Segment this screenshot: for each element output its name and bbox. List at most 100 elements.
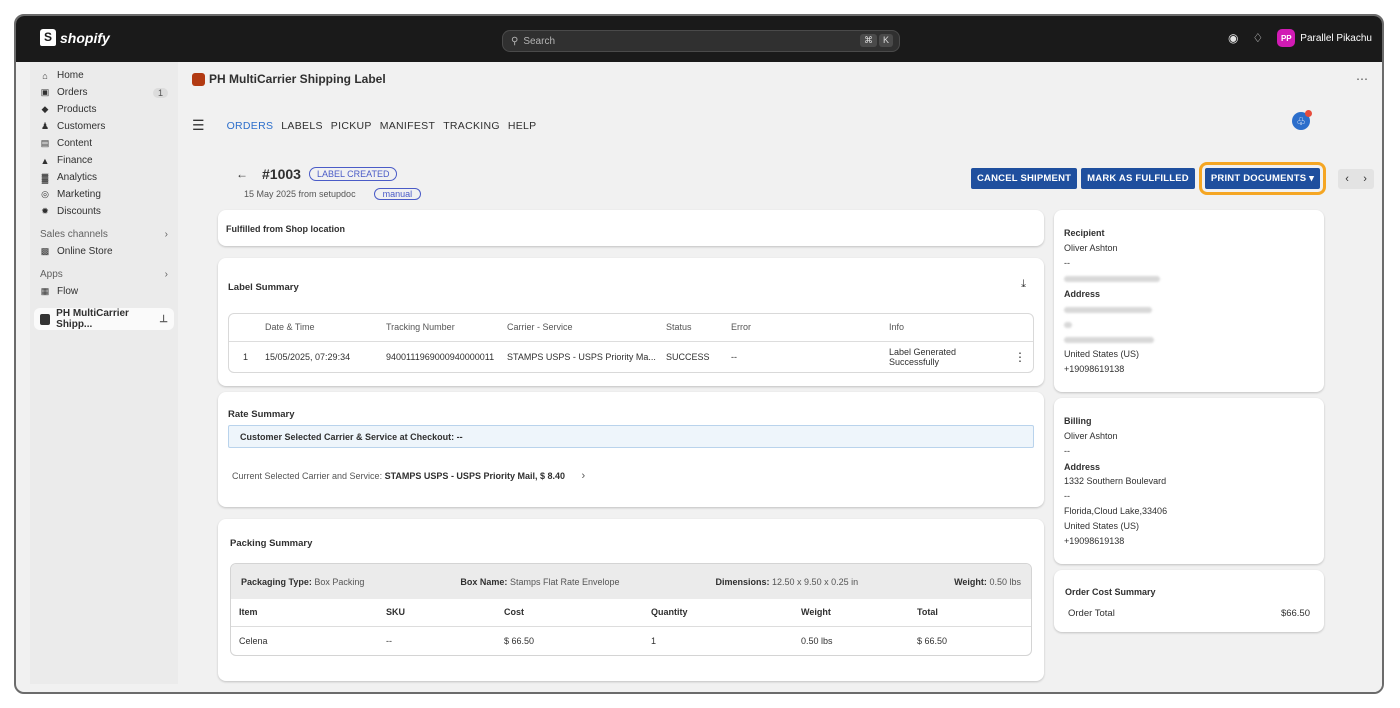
- orders-icon: ▣: [40, 87, 50, 97]
- sidebar-item-label: Home: [57, 70, 84, 81]
- apps-section[interactable]: Apps ›: [30, 266, 178, 283]
- cell-tracking: 9400111969000940000011: [386, 351, 495, 362]
- sidebar-item-label: Customers: [57, 121, 106, 132]
- order-total-value: $66.50: [1280, 608, 1310, 619]
- weight: Weight: 0.50 lbs: [954, 577, 1021, 587]
- sidebar-item-label: Orders: [57, 87, 88, 98]
- billing-dash2: --: [1064, 491, 1070, 501]
- sidebar-item-label: Online Store: [57, 246, 113, 257]
- previous-order-icon[interactable]: ‹: [1338, 169, 1356, 189]
- col-sku: SKU: [386, 599, 504, 627]
- recipient-dash: --: [1064, 258, 1070, 268]
- tab-manifest[interactable]: MANIFEST: [380, 120, 435, 132]
- sidebar-item-label: Content: [57, 138, 93, 149]
- home-icon: ⌂: [42, 70, 48, 81]
- user-menu[interactable]: PP Parallel Pikachu: [1277, 29, 1372, 47]
- sidebar-item-discounts[interactable]: ✹ Discounts: [30, 203, 178, 220]
- order-cost-card: Order Cost Summary Order Total $66.50: [1054, 570, 1324, 632]
- top-bar: shopify ⚲ Search ⌘ K ◉ ♢ PP Parallel Pik…: [16, 16, 1382, 62]
- sidekick-icon[interactable]: ◉: [1228, 31, 1238, 45]
- sidebar-item-label: Flow: [57, 286, 79, 297]
- box-name: Box Name: Stamps Flat Rate Envelope: [460, 577, 619, 587]
- print-documents-button[interactable]: PRINT DOCUMENTS ▾: [1198, 162, 1327, 195]
- avatar: PP: [1277, 29, 1296, 47]
- billing-name: Oliver Ashton: [1064, 431, 1118, 441]
- sidebar-item-products[interactable]: ◆ Products: [30, 101, 178, 118]
- col-status: Status: [666, 314, 731, 342]
- target-icon: ◎: [41, 189, 49, 199]
- weight-label: Weight:: [954, 576, 987, 587]
- manual-badge: manual: [373, 188, 422, 200]
- more-options-icon[interactable]: ⋯: [1356, 72, 1368, 86]
- recipient-title: Recipient: [1064, 228, 1105, 238]
- sales-channels-section[interactable]: Sales channels ›: [30, 226, 178, 243]
- shopify-logo[interactable]: shopify: [40, 29, 110, 46]
- search-shortcut: ⌘ K: [859, 34, 893, 47]
- box-name-label: Box Name:: [460, 576, 508, 587]
- app-logo-icon: [192, 72, 205, 86]
- download-icon[interactable]: ⤓: [1021, 278, 1026, 291]
- shopify-bag-icon: [40, 29, 56, 46]
- mark-as-fulfilled-button[interactable]: MARK AS FULFILLED: [1081, 168, 1195, 189]
- content-icon: ▤: [40, 138, 50, 148]
- tab-pickup[interactable]: PICKUP: [331, 120, 372, 132]
- sidebar-item-customers[interactable]: ♟ Customers: [30, 118, 178, 135]
- sidebar-item-orders[interactable]: ▣ Orders 1: [30, 84, 178, 101]
- store-icon: ▩: [40, 246, 50, 256]
- notification-dot: [1305, 110, 1312, 117]
- orders-count-badge: 1: [152, 87, 168, 98]
- app-menu: ☰ ORDERS LABELS PICKUP MANIFEST TRACKING…: [192, 117, 536, 134]
- row-index: 1: [243, 351, 249, 362]
- chevron-right-icon: ›: [164, 229, 168, 240]
- chevron-right-icon[interactable]: ›: [582, 470, 586, 482]
- sidebar-item-online-store[interactable]: ▩ Online Store: [30, 243, 178, 260]
- sidebar-item-content[interactable]: ▤ Content: [30, 135, 178, 152]
- billing-country: United States (US): [1064, 521, 1140, 531]
- notification-bell-icon[interactable]: ♢: [1253, 31, 1264, 45]
- col-cost: Cost: [504, 599, 651, 627]
- order-id: #1003: [262, 166, 301, 182]
- app-title: PH MultiCarrier Shipping Label: [209, 72, 386, 86]
- tab-tracking[interactable]: TRACKING: [443, 120, 500, 132]
- packing-summary-title: Packing Summary: [230, 538, 313, 549]
- recipient-phone: +19098619138: [1064, 364, 1125, 374]
- label-summary-title: Label Summary: [228, 282, 299, 293]
- print-documents-label: PRINT DOCUMENTS: [1210, 173, 1307, 184]
- search-placeholder: Search: [523, 35, 556, 47]
- dimensions-value: 12.50 x 9.50 x 0.25 in: [772, 576, 859, 587]
- sidebar-item-ph-multicarrier[interactable]: PH MultiCarrier Shipp... ⊥: [34, 308, 174, 330]
- sidebar-item-finance[interactable]: ▲ Finance: [30, 152, 178, 169]
- search-icon: ⚲: [511, 35, 519, 47]
- app-icon: [40, 313, 51, 325]
- next-order-icon[interactable]: ›: [1356, 169, 1374, 189]
- search-bar[interactable]: ⚲ Search ⌘ K: [502, 30, 900, 52]
- cancel-shipment-button[interactable]: CANCEL SHIPMENT: [971, 168, 1078, 189]
- tab-orders[interactable]: ORDERS: [227, 120, 274, 132]
- tab-labels[interactable]: LABELS: [281, 120, 323, 132]
- cell-item: Celena: [239, 635, 268, 646]
- tab-help[interactable]: HELP: [508, 120, 537, 132]
- dimensions: Dimensions: 12.50 x 9.50 x 0.25 in: [716, 577, 859, 587]
- recipient-name: Oliver Ashton: [1064, 243, 1118, 253]
- billing-street: 1332 Southern Boulevard: [1064, 476, 1167, 486]
- row-actions-icon[interactable]: ⋮: [1007, 341, 1033, 372]
- discount-icon: ✹: [41, 206, 49, 216]
- cell-weight: 0.50 lbs: [801, 635, 833, 646]
- sidebar-item-analytics[interactable]: ▓ Analytics: [30, 169, 178, 186]
- app-notification-bell-icon[interactable]: ♧: [1292, 110, 1312, 130]
- pin-icon[interactable]: ⊥: [159, 314, 168, 325]
- cell-datetime: 15/05/2025, 07:29:34: [265, 351, 351, 362]
- chart-icon: ▓: [41, 172, 49, 183]
- fulfilled-card: Fulfilled from Shop location: [218, 210, 1044, 246]
- box-name-value: Stamps Flat Rate Envelope: [509, 576, 620, 587]
- sidebar-item-flow[interactable]: ▦ Flow: [30, 283, 178, 300]
- sidebar-item-marketing[interactable]: ◎ Marketing: [30, 186, 178, 203]
- shortcut-key-k: K: [878, 34, 893, 47]
- packaging-type: Packaging Type: Box Packing: [241, 577, 364, 587]
- rate-summary-title: Rate Summary: [228, 409, 295, 420]
- billing-city: Florida,Cloud Lake,33406: [1064, 506, 1168, 516]
- recipient-city-redacted: [1064, 332, 1314, 347]
- back-arrow-icon[interactable]: ←: [236, 167, 248, 181]
- hamburger-icon[interactable]: ☰: [192, 117, 205, 134]
- sidebar-item-home[interactable]: ⌂ Home: [30, 67, 178, 84]
